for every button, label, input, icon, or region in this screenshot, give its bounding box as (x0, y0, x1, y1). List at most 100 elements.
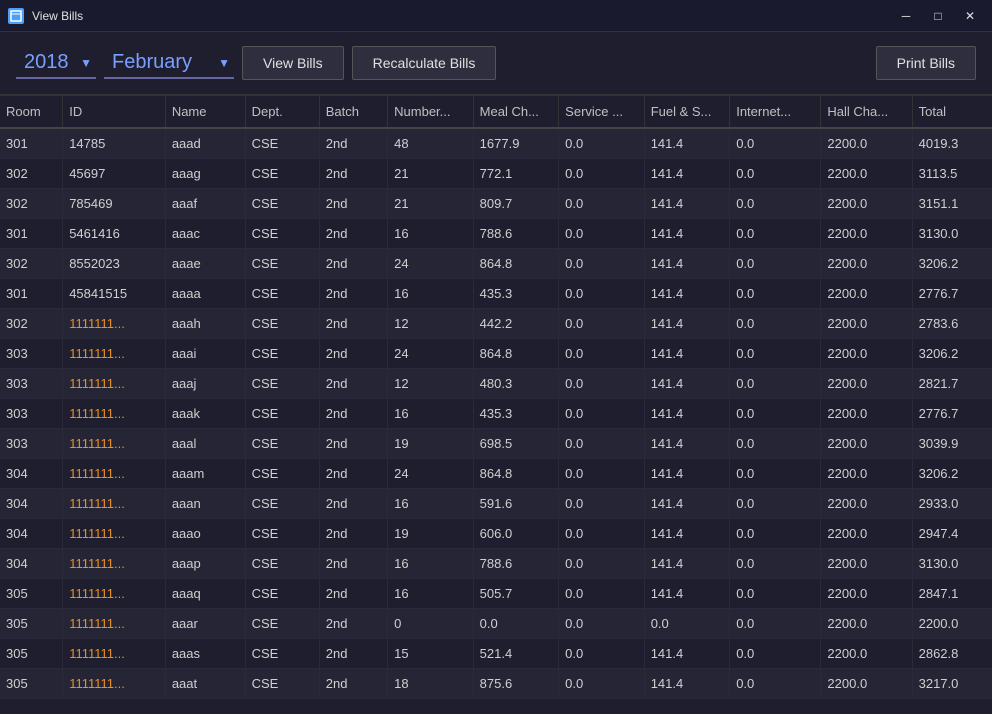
print-bills-button[interactable]: Print Bills (876, 46, 976, 80)
cell-number: 16 (388, 489, 474, 519)
cell-internet: 0.0 (730, 128, 821, 159)
toolbar: 2018 ▼ February ▼ View Bills Recalculate… (0, 32, 992, 96)
cell-dept: CSE (245, 489, 319, 519)
table-row[interactable]: 302785469aaafCSE2nd21809.70.0141.40.0220… (0, 189, 992, 219)
cell-id: 8552023 (63, 249, 166, 279)
cell-internet: 0.0 (730, 549, 821, 579)
cell-name: aaae (165, 249, 245, 279)
cell-number: 24 (388, 459, 474, 489)
cell-total: 2947.4 (912, 519, 992, 549)
table-row[interactable]: 3051111111...aaarCSE2nd00.00.00.00.02200… (0, 609, 992, 639)
table-row[interactable]: 30114785aaadCSE2nd481677.90.0141.40.0220… (0, 128, 992, 159)
cell-name: aaac (165, 219, 245, 249)
cell-number: 24 (388, 339, 474, 369)
cell-id: 1111111... (63, 639, 166, 669)
cell-fuel: 141.4 (644, 489, 730, 519)
cell-internet: 0.0 (730, 639, 821, 669)
table-row[interactable]: 3051111111...aaaqCSE2nd16505.70.0141.40.… (0, 579, 992, 609)
cell-total: 2776.7 (912, 399, 992, 429)
cell-dept: CSE (245, 459, 319, 489)
year-dropdown[interactable]: 2018 (16, 47, 96, 79)
cell-internet: 0.0 (730, 459, 821, 489)
cell-dept: CSE (245, 369, 319, 399)
cell-meal: 505.7 (473, 579, 559, 609)
cell-room: 302 (0, 309, 63, 339)
table-row[interactable]: 30245697aaagCSE2nd21772.10.0141.40.02200… (0, 159, 992, 189)
month-dropdown[interactable]: February (104, 47, 234, 79)
cell-id: 1111111... (63, 669, 166, 699)
table-row[interactable]: 3031111111...aaakCSE2nd16435.30.0141.40.… (0, 399, 992, 429)
cell-number: 16 (388, 219, 474, 249)
cell-dept: CSE (245, 519, 319, 549)
cell-service: 0.0 (559, 279, 645, 309)
cell-number: 18 (388, 669, 474, 699)
maximize-button[interactable]: □ (924, 6, 952, 26)
table-row[interactable]: 3028552023aaaeCSE2nd24864.80.0141.40.022… (0, 249, 992, 279)
cell-meal: 809.7 (473, 189, 559, 219)
cell-id: 785469 (63, 189, 166, 219)
cell-dept: CSE (245, 399, 319, 429)
cell-internet: 0.0 (730, 279, 821, 309)
cell-service: 0.0 (559, 369, 645, 399)
cell-id: 1111111... (63, 459, 166, 489)
cell-total: 3206.2 (912, 459, 992, 489)
view-bills-button[interactable]: View Bills (242, 46, 344, 80)
table-row[interactable]: 3051111111...aaasCSE2nd15521.40.0141.40.… (0, 639, 992, 669)
cell-fuel: 141.4 (644, 159, 730, 189)
cell-number: 16 (388, 549, 474, 579)
bills-table: Room ID Name Dept. Batch Number... Meal … (0, 96, 992, 699)
table-header: Room ID Name Dept. Batch Number... Meal … (0, 96, 992, 128)
bills-table-container[interactable]: Room ID Name Dept. Batch Number... Meal … (0, 96, 992, 710)
cell-total: 3130.0 (912, 219, 992, 249)
table-row[interactable]: 3031111111...aaajCSE2nd12480.30.0141.40.… (0, 369, 992, 399)
recalculate-bills-button[interactable]: Recalculate Bills (352, 46, 497, 80)
col-name: Name (165, 96, 245, 128)
month-dropdown-wrapper: February ▼ (104, 47, 234, 79)
app-icon (8, 8, 24, 24)
cell-internet: 0.0 (730, 669, 821, 699)
cell-hall: 2200.0 (821, 369, 912, 399)
cell-hall: 2200.0 (821, 639, 912, 669)
cell-hall: 2200.0 (821, 309, 912, 339)
minimize-button[interactable]: ─ (892, 6, 920, 26)
cell-name: aaaj (165, 369, 245, 399)
cell-total: 3130.0 (912, 549, 992, 579)
table-row[interactable]: 3031111111...aaalCSE2nd19698.50.0141.40.… (0, 429, 992, 459)
cell-hall: 2200.0 (821, 249, 912, 279)
cell-batch: 2nd (319, 399, 387, 429)
cell-room: 303 (0, 429, 63, 459)
table-row[interactable]: 3031111111...aaaiCSE2nd24864.80.0141.40.… (0, 339, 992, 369)
table-row[interactable]: 3041111111...aaamCSE2nd24864.80.0141.40.… (0, 459, 992, 489)
cell-meal: 864.8 (473, 459, 559, 489)
close-button[interactable]: ✕ (956, 6, 984, 26)
cell-dept: CSE (245, 249, 319, 279)
table-row[interactable]: 30145841515aaaaCSE2nd16435.30.0141.40.02… (0, 279, 992, 309)
col-dept: Dept. (245, 96, 319, 128)
col-number: Number... (388, 96, 474, 128)
table-row[interactable]: 3021111111...aaahCSE2nd12442.20.0141.40.… (0, 309, 992, 339)
cell-room: 301 (0, 128, 63, 159)
col-fuel: Fuel & S... (644, 96, 730, 128)
cell-fuel: 141.4 (644, 339, 730, 369)
table-row[interactable]: 3041111111...aaaoCSE2nd19606.00.0141.40.… (0, 519, 992, 549)
cell-fuel: 141.4 (644, 639, 730, 669)
table-row[interactable]: 3015461416aaacCSE2nd16788.60.0141.40.022… (0, 219, 992, 249)
window-controls: ─ □ ✕ (892, 6, 984, 26)
cell-fuel: 141.4 (644, 669, 730, 699)
cell-name: aaag (165, 159, 245, 189)
cell-internet: 0.0 (730, 519, 821, 549)
cell-hall: 2200.0 (821, 279, 912, 309)
cell-name: aaaf (165, 189, 245, 219)
cell-number: 16 (388, 279, 474, 309)
cell-id: 5461416 (63, 219, 166, 249)
col-meal: Meal Ch... (473, 96, 559, 128)
cell-meal: 521.4 (473, 639, 559, 669)
cell-fuel: 141.4 (644, 309, 730, 339)
cell-total: 3217.0 (912, 669, 992, 699)
cell-batch: 2nd (319, 639, 387, 669)
cell-number: 21 (388, 189, 474, 219)
cell-service: 0.0 (559, 429, 645, 459)
table-row[interactable]: 3051111111...aaatCSE2nd18875.60.0141.40.… (0, 669, 992, 699)
table-row[interactable]: 3041111111...aaanCSE2nd16591.60.0141.40.… (0, 489, 992, 519)
table-row[interactable]: 3041111111...aaapCSE2nd16788.60.0141.40.… (0, 549, 992, 579)
